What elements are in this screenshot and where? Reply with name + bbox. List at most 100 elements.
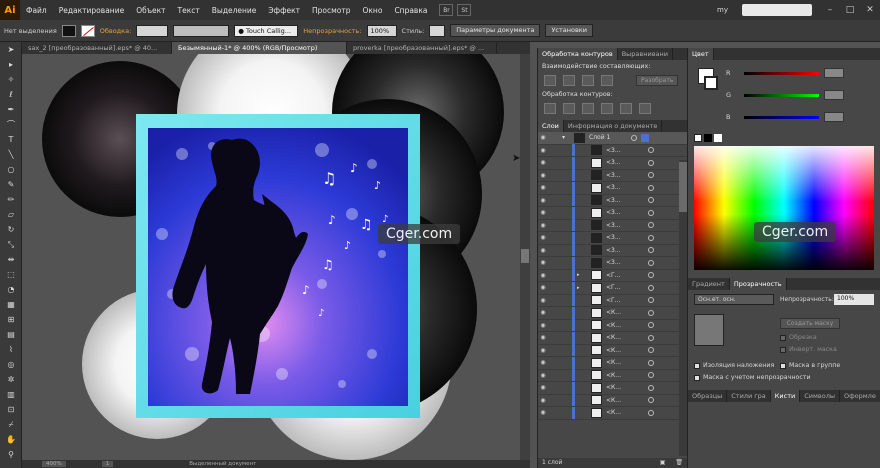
variable-width-field[interactable] [173, 24, 230, 37]
visibility-eye-icon[interactable]: ◉ [538, 347, 548, 354]
minimize-icon[interactable]: – [820, 1, 840, 19]
target-circle-icon[interactable] [648, 359, 654, 366]
knockout-box[interactable] [780, 362, 786, 369]
layers-scrollbar[interactable] [679, 160, 687, 456]
layer-row[interactable]: ◉ <3... [538, 181, 687, 195]
expand-arrow-icon[interactable]: ▾ [562, 134, 572, 141]
divide-icon[interactable] [544, 103, 556, 114]
slider-g-track[interactable] [744, 93, 819, 97]
target-circle-icon[interactable] [648, 409, 654, 416]
visibility-eye-icon[interactable]: ◉ [538, 247, 548, 254]
visibility-eye-icon[interactable]: ◉ [538, 259, 548, 266]
slider-b-value[interactable] [824, 112, 844, 122]
menu-item-6[interactable]: Просмотр [306, 6, 357, 15]
target-circle-icon[interactable] [648, 209, 654, 216]
layer-row[interactable]: ◉ ▸ <Г... [538, 269, 687, 282]
zoom-level[interactable]: 400% [42, 461, 66, 467]
brush-field[interactable]: ● Touch Callig... [234, 24, 299, 37]
layer-row[interactable]: ◉ <3... [538, 144, 687, 157]
visibility-eye-icon[interactable]: ◉ [538, 384, 548, 391]
layer-row[interactable]: ◉ <3... [538, 206, 687, 220]
layer-name[interactable]: <Г... [606, 284, 642, 291]
width-icon[interactable]: ⇹ [0, 252, 22, 267]
layer-name[interactable]: <К... [606, 347, 642, 354]
visibility-eye-icon[interactable]: ◉ [538, 147, 548, 154]
magic-wand-icon[interactable]: ✧ [0, 72, 22, 87]
artboard-number[interactable]: 1 [101, 461, 114, 467]
layer-name[interactable]: <Г... [606, 297, 642, 304]
slider-b-track[interactable] [744, 115, 819, 119]
fill-swatch[interactable] [61, 24, 76, 37]
shape-builder-icon[interactable]: ◔ [0, 282, 22, 297]
canvas-vertical-scrollbar[interactable] [520, 54, 530, 460]
menu-item-5[interactable]: Эффект [262, 6, 306, 15]
layer-name[interactable]: <3... [606, 209, 642, 216]
layer-row[interactable]: ◉ <3... [538, 169, 687, 182]
lasso-icon[interactable]: ℓ [0, 87, 22, 102]
invert-checkbox[interactable]: Инверт. маска [774, 344, 843, 355]
bridge-button[interactable]: Br [439, 4, 454, 16]
hand-icon[interactable]: ✋ [0, 432, 22, 447]
target-circle-icon[interactable] [648, 222, 654, 229]
zoom-icon[interactable]: ⚲ [0, 447, 22, 462]
line-icon[interactable]: ╲ [0, 147, 22, 162]
gradient-icon[interactable]: ▤ [0, 327, 22, 342]
layer-row[interactable]: ◉ <К... [538, 381, 687, 395]
layer-name[interactable]: <3... [606, 172, 642, 179]
close-icon[interactable]: ✕ [860, 1, 880, 19]
layer-row[interactable]: ◉ <К... [538, 406, 687, 420]
paintbrush-icon[interactable]: ✎ [0, 177, 22, 192]
eraser-icon[interactable]: ▱ [0, 207, 22, 222]
merge-icon[interactable] [582, 103, 594, 114]
visibility-eye-icon[interactable]: ◉ [538, 322, 548, 329]
eyedropper-icon[interactable]: ⌇ [0, 342, 22, 357]
menu-item-2[interactable]: Объект [130, 6, 171, 15]
blend-icon[interactable]: ◎ [0, 357, 22, 372]
expand-button[interactable]: Разобрать [636, 75, 679, 86]
pen-icon[interactable]: ✒ [0, 102, 22, 117]
mesh-icon[interactable]: ⊞ [0, 312, 22, 327]
layer-name[interactable]: <3... [606, 197, 642, 204]
blend-mode-select[interactable]: Осн.ет. осн. [694, 294, 774, 305]
tab-color[interactable]: Цвет [688, 48, 714, 60]
target-circle-icon[interactable] [648, 334, 654, 341]
layer-name[interactable]: <К... [606, 359, 642, 366]
bottom-tab-0[interactable]: Образцы [688, 390, 728, 402]
menu-item-7[interactable]: Окно [357, 6, 389, 15]
layer-name[interactable]: Слой 1 [589, 134, 625, 141]
target-circle-icon[interactable] [648, 259, 654, 266]
target-circle-icon[interactable] [648, 234, 654, 241]
slider-r[interactable]: R [726, 68, 844, 78]
target-circle-icon[interactable] [648, 347, 654, 354]
layer-row[interactable]: ◉ <3... [538, 219, 687, 232]
opacity-field[interactable]: 100% [366, 24, 397, 37]
document-tab-2[interactable]: proverka [преобразованный].eps* @ ... [347, 42, 497, 54]
layer-name[interactable]: <К... [606, 409, 642, 416]
free-transform-icon[interactable]: ⬚ [0, 267, 22, 282]
curvature-icon[interactable]: ⌒ [0, 117, 22, 132]
canvas[interactable]: ♫ ♪ ♪ ♪ ♫ ♪ ♫ ♪ ♪ ♪ Cger.com [22, 54, 530, 460]
color-spectrum[interactable] [694, 146, 874, 270]
layer-row[interactable]: ◉ <3... [538, 244, 687, 257]
clip-box[interactable] [780, 334, 786, 341]
slider-r-track[interactable] [744, 71, 819, 75]
tab-gradient[interactable]: Градиент [688, 278, 730, 290]
visibility-eye-icon[interactable]: ◉ [538, 334, 548, 341]
minus-back-icon[interactable] [639, 103, 651, 114]
visibility-eye-icon[interactable]: ◉ [538, 309, 548, 316]
layer-row[interactable]: ◉ <К... [538, 306, 687, 320]
preferences-button[interactable]: Установки [545, 24, 593, 37]
target-circle-icon[interactable] [648, 247, 654, 254]
layer-name[interactable]: <3... [606, 147, 642, 154]
visibility-eye-icon[interactable]: ◉ [538, 134, 548, 141]
intersect-icon[interactable] [582, 75, 594, 86]
target-circle-icon[interactable] [631, 134, 637, 141]
slider-r-value[interactable] [824, 68, 844, 78]
visibility-eye-icon[interactable]: ◉ [538, 184, 548, 191]
scale-icon[interactable]: ⤡ [0, 237, 22, 252]
clip-checkbox[interactable]: Обрезка [774, 332, 823, 343]
layer-row[interactable]: ◉ ▸ <Г... [538, 281, 687, 295]
selection-square[interactable] [641, 133, 649, 142]
layer-top[interactable]: ◉ ▾ Слой 1 [538, 132, 687, 145]
white-swatch[interactable] [714, 134, 722, 142]
